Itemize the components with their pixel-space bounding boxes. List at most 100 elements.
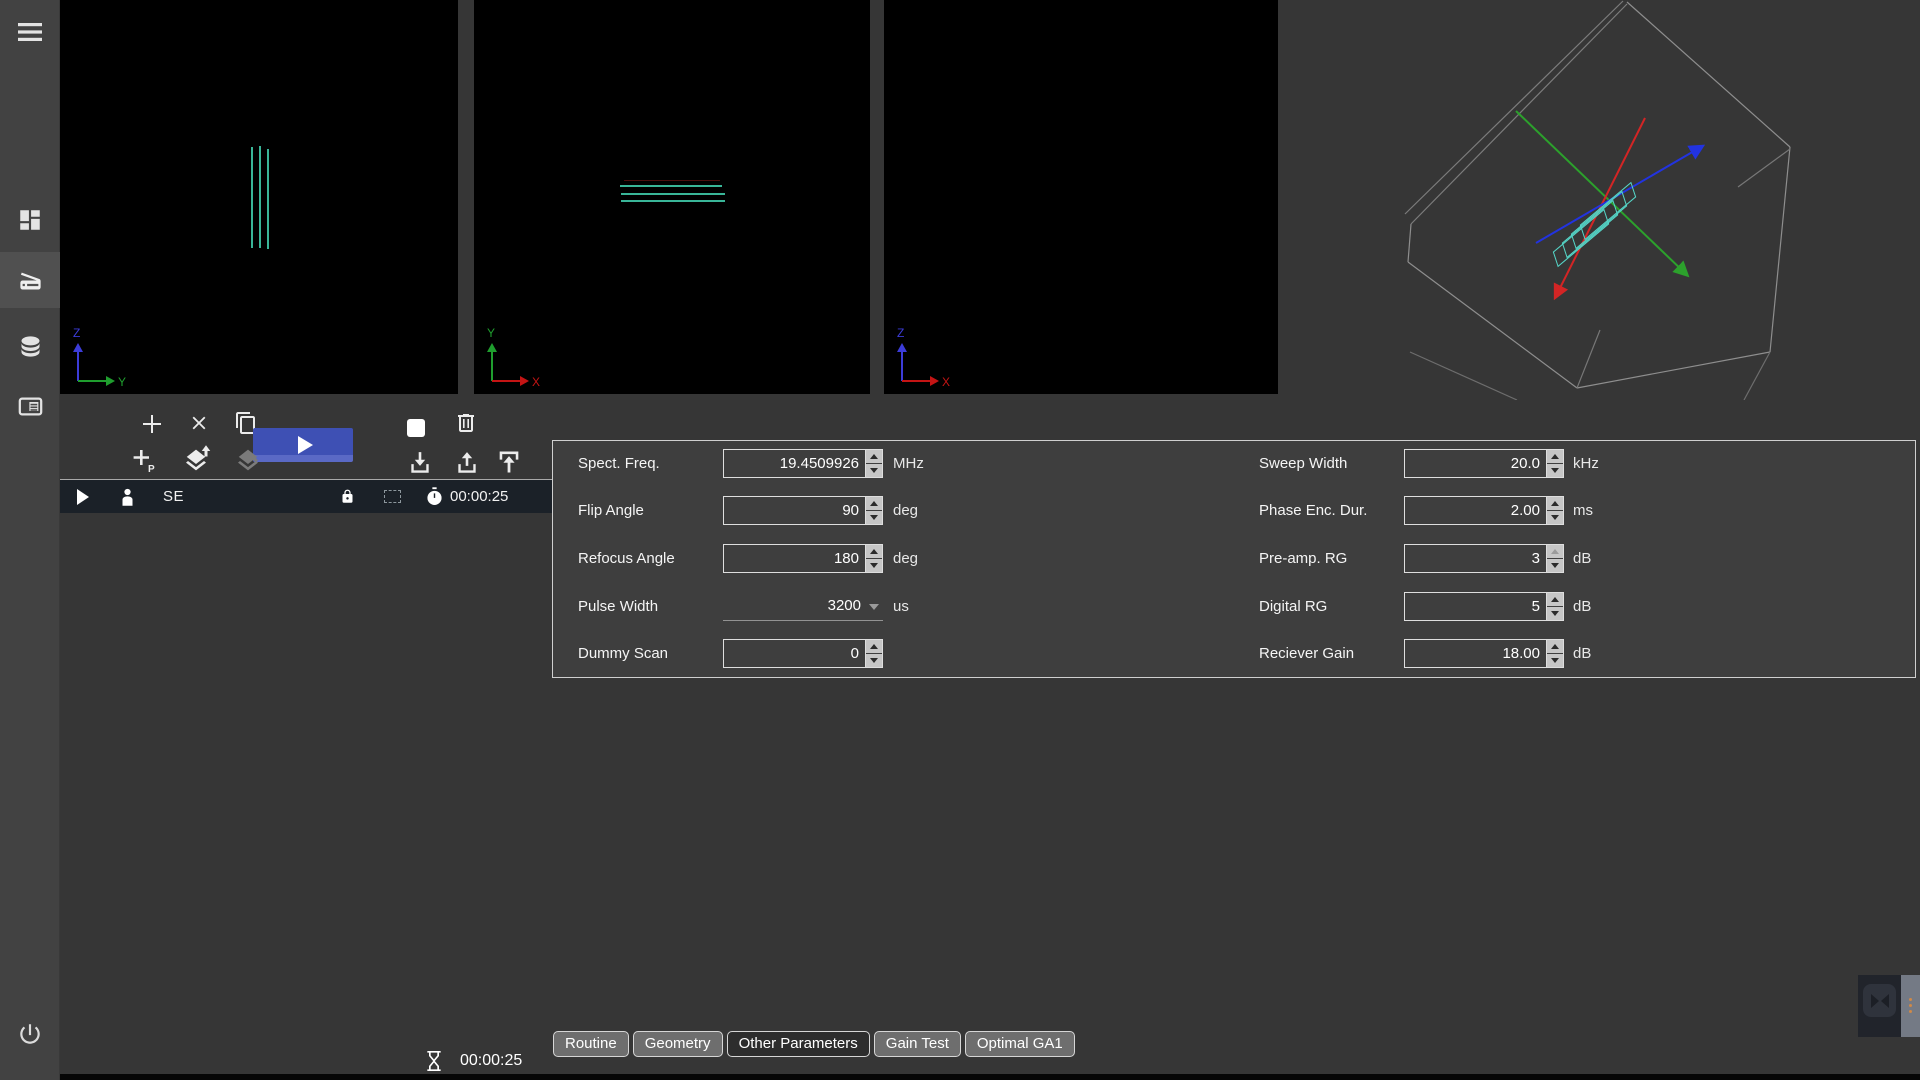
run-button[interactable] xyxy=(253,428,353,462)
axis-label-horizontal: X xyxy=(942,375,950,389)
tab-optimal-ga1[interactable]: Optimal GA1 xyxy=(965,1031,1075,1057)
lock-button[interactable] xyxy=(340,480,355,513)
sequence-timer xyxy=(426,480,443,513)
slice-line xyxy=(259,146,261,248)
spinner-up-button[interactable] xyxy=(1547,593,1563,607)
axis-label-vertical: Z xyxy=(897,326,904,340)
input-value[interactable]: 20.0 xyxy=(1405,450,1546,477)
sequence-owner xyxy=(120,480,135,513)
close-button[interactable] xyxy=(188,412,210,434)
layers-edit-button[interactable] xyxy=(232,444,264,474)
param-row-phase-enc-dur: Phase Enc. Dur. 2.00 ms xyxy=(553,496,1915,525)
spinner-down-button[interactable] xyxy=(1547,654,1563,667)
axis-indicator: Z Y xyxy=(64,324,138,394)
input-value[interactable]: 5 xyxy=(1405,593,1546,620)
power-button[interactable] xyxy=(0,1008,60,1060)
spinner-down-button[interactable] xyxy=(1547,607,1563,620)
overlay-widget-body[interactable] xyxy=(1858,975,1901,1037)
timer-icon xyxy=(426,487,443,506)
viewport-yx[interactable]: Y X xyxy=(474,0,870,394)
spinner-up-button[interactable] xyxy=(1547,497,1563,511)
spinner xyxy=(1546,545,1563,572)
database-icon xyxy=(17,333,44,360)
reciever-gain-input[interactable]: 18.00 xyxy=(1404,639,1564,668)
sequence-row[interactable]: SE 00:00:25 xyxy=(60,480,552,513)
axis-green xyxy=(1516,111,1686,274)
hourglass-icon xyxy=(424,1048,444,1074)
slice-line xyxy=(621,200,725,202)
svg-text:P: P xyxy=(148,464,155,474)
phase-enc-dur-input[interactable]: 2.00 xyxy=(1404,496,1564,525)
spinner xyxy=(1546,593,1563,620)
sidebar xyxy=(0,0,60,1080)
tab-other-parameters[interactable]: Other Parameters xyxy=(727,1031,870,1057)
pre-amp-rg-input[interactable]: 3 xyxy=(1404,544,1564,573)
upload-button[interactable] xyxy=(454,450,480,476)
tab-geometry[interactable]: Geometry xyxy=(633,1031,723,1057)
axis-indicator: Y X xyxy=(478,324,552,394)
param-unit: dB xyxy=(1573,544,1591,573)
delete-button[interactable] xyxy=(454,410,478,436)
slice-line xyxy=(267,149,269,249)
menu-button[interactable] xyxy=(0,10,60,54)
sequence-play-button[interactable] xyxy=(76,480,90,513)
sidebar-item-database[interactable] xyxy=(0,320,60,372)
dashboard-icon xyxy=(17,207,43,233)
overlay-widget[interactable] xyxy=(1858,975,1920,1037)
input-value[interactable]: 18.00 xyxy=(1405,640,1546,667)
spinner-down-button[interactable] xyxy=(1547,511,1563,524)
sweep-width-input[interactable]: 20.0 xyxy=(1404,449,1564,478)
stop-icon xyxy=(406,418,426,438)
spinner-up-button[interactable] xyxy=(1547,545,1563,559)
sidebar-item-scanner[interactable] xyxy=(0,252,60,308)
tab-routine[interactable]: Routine xyxy=(553,1031,629,1057)
digital-rg-input[interactable]: 5 xyxy=(1404,592,1564,621)
slice-line xyxy=(621,193,725,195)
axis-label-vertical: Y xyxy=(487,326,495,340)
dot xyxy=(1909,998,1912,1001)
overlay-widget-handle[interactable] xyxy=(1901,975,1920,1037)
axis-red xyxy=(1556,118,1645,296)
param-label: Sweep Width xyxy=(1259,449,1347,478)
download-button[interactable] xyxy=(407,450,433,476)
upload-top-button[interactable] xyxy=(495,448,523,476)
article-icon xyxy=(17,393,44,420)
viewport-zx[interactable]: Z X xyxy=(884,0,1278,394)
param-row-reciever-gain: Reciever Gain 18.00 dB xyxy=(553,639,1915,668)
elapsed-time: 00:00:25 xyxy=(460,1052,522,1070)
spinner xyxy=(1546,450,1563,477)
add-phase-button[interactable]: P xyxy=(131,446,157,474)
lock-icon xyxy=(340,487,355,506)
spinner-down-button[interactable] xyxy=(1547,559,1563,572)
play-icon xyxy=(298,436,313,454)
sequence-toolbar: P xyxy=(60,394,552,479)
stop-button[interactable] xyxy=(406,418,426,438)
slice-line-faint xyxy=(624,180,720,181)
tab-gain-test[interactable]: Gain Test xyxy=(874,1031,961,1057)
spinner-up-button[interactable] xyxy=(1547,450,1563,464)
param-unit: dB xyxy=(1573,639,1591,668)
spinner-down-button[interactable] xyxy=(1547,464,1563,477)
spinner-up-button[interactable] xyxy=(1547,640,1563,654)
sequence-duration: 00:00:25 xyxy=(450,480,508,513)
param-row-pre-amp-rg: Pre-amp. RG 3 dB xyxy=(553,544,1915,573)
sidebar-item-dashboard[interactable] xyxy=(0,194,60,246)
3d-slice-view[interactable] xyxy=(1278,0,1920,400)
parameter-tabs: Routine Geometry Other Parameters Gain T… xyxy=(553,1031,1075,1057)
selection-button[interactable] xyxy=(384,480,401,513)
input-value[interactable]: 3 xyxy=(1405,545,1546,572)
spinner xyxy=(1546,640,1563,667)
viewport-zy[interactable]: Z Y xyxy=(60,0,458,394)
spinner xyxy=(1546,497,1563,524)
sequence-name: SE xyxy=(163,480,184,513)
param-row-sweep-width: Sweep Width 20.0 kHz xyxy=(553,449,1915,478)
layers-up-button[interactable] xyxy=(180,444,212,474)
sidebar-item-protocols[interactable] xyxy=(0,380,60,432)
input-value[interactable]: 2.00 xyxy=(1405,497,1546,524)
add-button[interactable] xyxy=(140,412,164,436)
param-unit: dB xyxy=(1573,592,1591,621)
overlay-widget-button[interactable] xyxy=(1863,984,1896,1017)
hamburger-icon xyxy=(16,21,44,43)
param-label: Pre-amp. RG xyxy=(1259,544,1347,573)
play-icon xyxy=(76,489,90,505)
